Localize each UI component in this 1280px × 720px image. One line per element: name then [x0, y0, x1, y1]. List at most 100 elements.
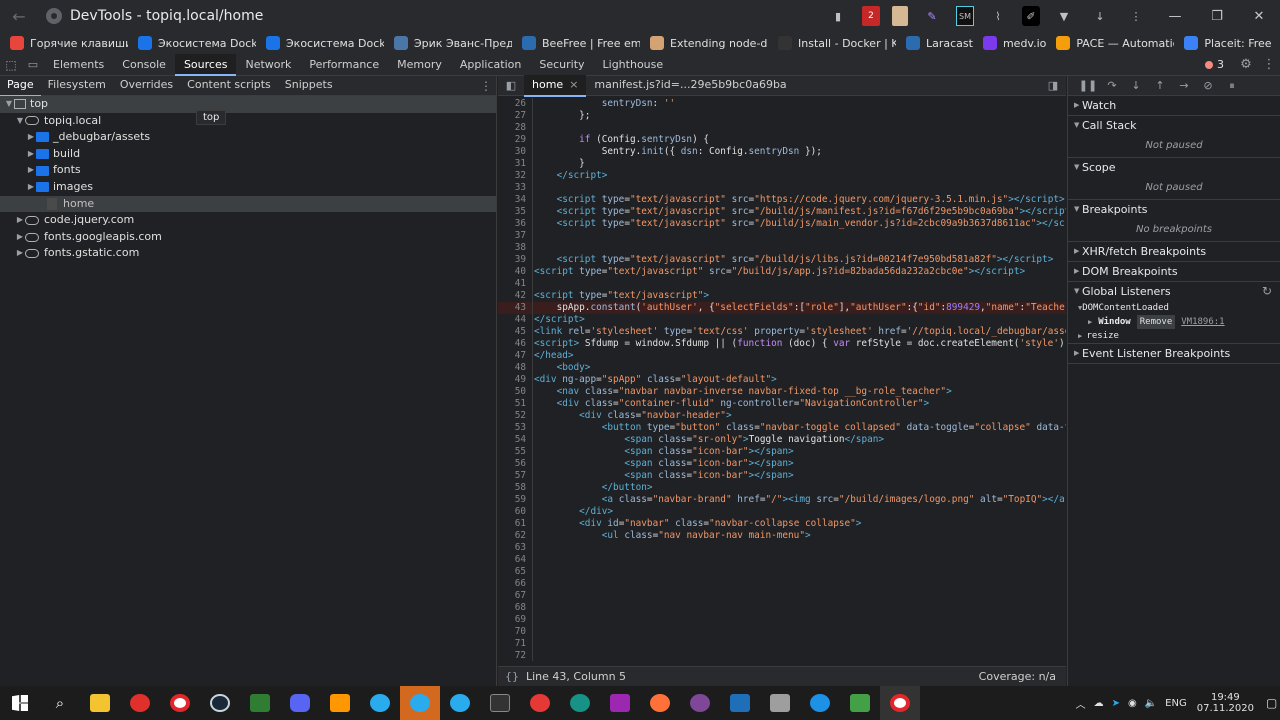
- line-number[interactable]: 36: [498, 218, 530, 230]
- code-line[interactable]: 32 </script>: [498, 170, 1066, 182]
- code-line[interactable]: 29 if (Config.sentryDsn) {: [498, 134, 1066, 146]
- step-into-icon[interactable]: ↓: [1124, 79, 1148, 92]
- line-number[interactable]: 42: [498, 290, 530, 302]
- toggle-debugger-icon[interactable]: ◨: [1040, 79, 1066, 92]
- code-line[interactable]: 51 <div class="container-fluid" ng-contr…: [498, 398, 1066, 410]
- download-icon[interactable]: ↓: [1088, 6, 1112, 26]
- code-line[interactable]: 69: [498, 614, 1066, 626]
- code-line[interactable]: 58 </button>: [498, 482, 1066, 494]
- line-number[interactable]: 32: [498, 170, 530, 182]
- line-number[interactable]: 67: [498, 590, 530, 602]
- code-line[interactable]: 55 <span class="icon-bar"></span>: [498, 446, 1066, 458]
- line-number[interactable]: 69: [498, 614, 530, 626]
- line-number[interactable]: 71: [498, 638, 530, 650]
- line-number[interactable]: 28: [498, 122, 530, 134]
- discord-icon[interactable]: [280, 686, 320, 720]
- line-number[interactable]: 65: [498, 566, 530, 578]
- toggle-navigator-icon[interactable]: ◧: [498, 79, 524, 92]
- line-number[interactable]: 63: [498, 542, 530, 554]
- code-line[interactable]: 43 spApp.constant('authUser', {"selectFi…: [498, 302, 1066, 314]
- caret-right-icon[interactable]: ▶: [26, 129, 36, 146]
- tab-application[interactable]: Application: [451, 54, 530, 76]
- tree-item[interactable]: ▼ topiq.local: [0, 113, 496, 130]
- line-number[interactable]: 27: [498, 110, 530, 122]
- code-line[interactable]: 42 <script type="text/javascript">: [498, 290, 1066, 302]
- more-options-icon[interactable]: ⋮: [1258, 57, 1280, 72]
- navigator-more-icon[interactable]: ⋮: [476, 79, 496, 93]
- line-number[interactable]: 51: [498, 398, 530, 410]
- bookmark-item[interactable]: Экосистема Docke: [138, 36, 256, 50]
- back-arrow-icon[interactable]: ←: [0, 7, 38, 26]
- tree-item[interactable]: ▶ _debugbar/assets: [0, 129, 496, 146]
- code-line[interactable]: 67: [498, 590, 1066, 602]
- code-line[interactable]: 65: [498, 566, 1066, 578]
- section-header[interactable]: ▶ Watch: [1068, 96, 1280, 115]
- telegram-active-icon[interactable]: [400, 686, 440, 720]
- steam-icon[interactable]: [200, 686, 240, 720]
- telegram-2-icon[interactable]: [440, 686, 480, 720]
- bookmark-item[interactable]: Placeit: Free: [1184, 36, 1272, 50]
- code-line[interactable]: 39 <script type="text/javascript" src="/…: [498, 254, 1066, 266]
- yandex-active-icon[interactable]: [880, 686, 920, 720]
- code-line[interactable]: 53 <button type="button" class="navbar-t…: [498, 422, 1066, 434]
- tree-item[interactable]: ▶ fonts.gstatic.com: [0, 245, 496, 262]
- line-number[interactable]: 53: [498, 422, 530, 434]
- code-line[interactable]: 46 <script> Sfdump = window.Sfdump || (fu…: [498, 338, 1066, 350]
- error-counter[interactable]: 3: [1205, 58, 1224, 71]
- tab-lighthouse[interactable]: Lighthouse: [594, 54, 673, 76]
- bookmark-item[interactable]: Laracast: [906, 36, 973, 50]
- code-line[interactable]: 60 </div>: [498, 506, 1066, 518]
- subtab-filesystem[interactable]: Filesystem: [41, 75, 113, 97]
- caret-right-icon[interactable]: ▶: [26, 179, 36, 196]
- editor-tab[interactable]: home ×: [524, 74, 587, 97]
- section-header[interactable]: ▶ DOM Breakpoints: [1068, 262, 1280, 281]
- tab-console[interactable]: Console: [113, 54, 175, 76]
- code-line[interactable]: 48 <body>: [498, 362, 1066, 374]
- bookmark-icon[interactable]: ▮: [826, 6, 850, 26]
- bookmark-item[interactable]: Эрик Эванс-Предм: [394, 36, 512, 50]
- code-line[interactable]: 50 <nav class="navbar navbar-inverse nav…: [498, 386, 1066, 398]
- menu-icon[interactable]: ⋮: [1124, 6, 1148, 26]
- vscode-icon[interactable]: [720, 686, 760, 720]
- line-number[interactable]: 30: [498, 146, 530, 158]
- code-line[interactable]: 27 };: [498, 110, 1066, 122]
- caret-right-icon[interactable]: ▶: [15, 245, 25, 262]
- pause-on-exceptions-icon[interactable]: ⏸: [1220, 79, 1244, 93]
- bookmark-item[interactable]: Install - Docker | K: [778, 36, 896, 50]
- tree-item[interactable]: ▼ top: [0, 96, 496, 113]
- tor-icon[interactable]: [680, 686, 720, 720]
- line-number[interactable]: 34: [498, 194, 530, 206]
- tray-lang[interactable]: ENG: [1165, 698, 1187, 709]
- telegram-icon[interactable]: [360, 686, 400, 720]
- line-number[interactable]: 58: [498, 482, 530, 494]
- opera-icon[interactable]: [120, 686, 160, 720]
- tray-network-icon[interactable]: ◉: [1128, 698, 1137, 709]
- code-line[interactable]: 56 <span class="icon-bar"></span>: [498, 458, 1066, 470]
- line-number[interactable]: 59: [498, 494, 530, 506]
- code-line[interactable]: 63: [498, 542, 1066, 554]
- tray-chevron-icon[interactable]: ︿: [1076, 696, 1086, 711]
- tab-memory[interactable]: Memory: [388, 54, 451, 76]
- line-number[interactable]: 40: [498, 266, 530, 278]
- editor-tab[interactable]: manifest.js?id=...29e5b9bc0a69ba: [586, 75, 794, 97]
- code-line[interactable]: 57 <span class="icon-bar"></span>: [498, 470, 1066, 482]
- gitkraken-icon[interactable]: [560, 686, 600, 720]
- line-number[interactable]: 29: [498, 134, 530, 146]
- search-icon[interactable]: ⌕: [40, 686, 80, 720]
- line-number[interactable]: 68: [498, 602, 530, 614]
- line-number[interactable]: 37: [498, 230, 530, 242]
- code-line[interactable]: 41: [498, 278, 1066, 290]
- listener-event[interactable]: ▼DOMContentLoaded: [1068, 301, 1280, 315]
- code-line[interactable]: 72: [498, 650, 1066, 661]
- step-icon[interactable]: →: [1172, 79, 1196, 92]
- subtab-content-scripts[interactable]: Content scripts: [180, 75, 278, 97]
- section-header[interactable]: ▼ Scope: [1068, 158, 1280, 177]
- code-line[interactable]: 71: [498, 638, 1066, 650]
- tree-item[interactable]: home: [0, 195, 496, 213]
- caret-right-icon[interactable]: ▶: [26, 162, 36, 179]
- code-line[interactable]: 59 <a class="navbar-brand" href="/"><img…: [498, 494, 1066, 506]
- code-line[interactable]: 70: [498, 626, 1066, 638]
- code-line[interactable]: 44 </script>: [498, 314, 1066, 326]
- code-line[interactable]: 61 <div id="navbar" class="navbar-collap…: [498, 518, 1066, 530]
- line-number[interactable]: 56: [498, 458, 530, 470]
